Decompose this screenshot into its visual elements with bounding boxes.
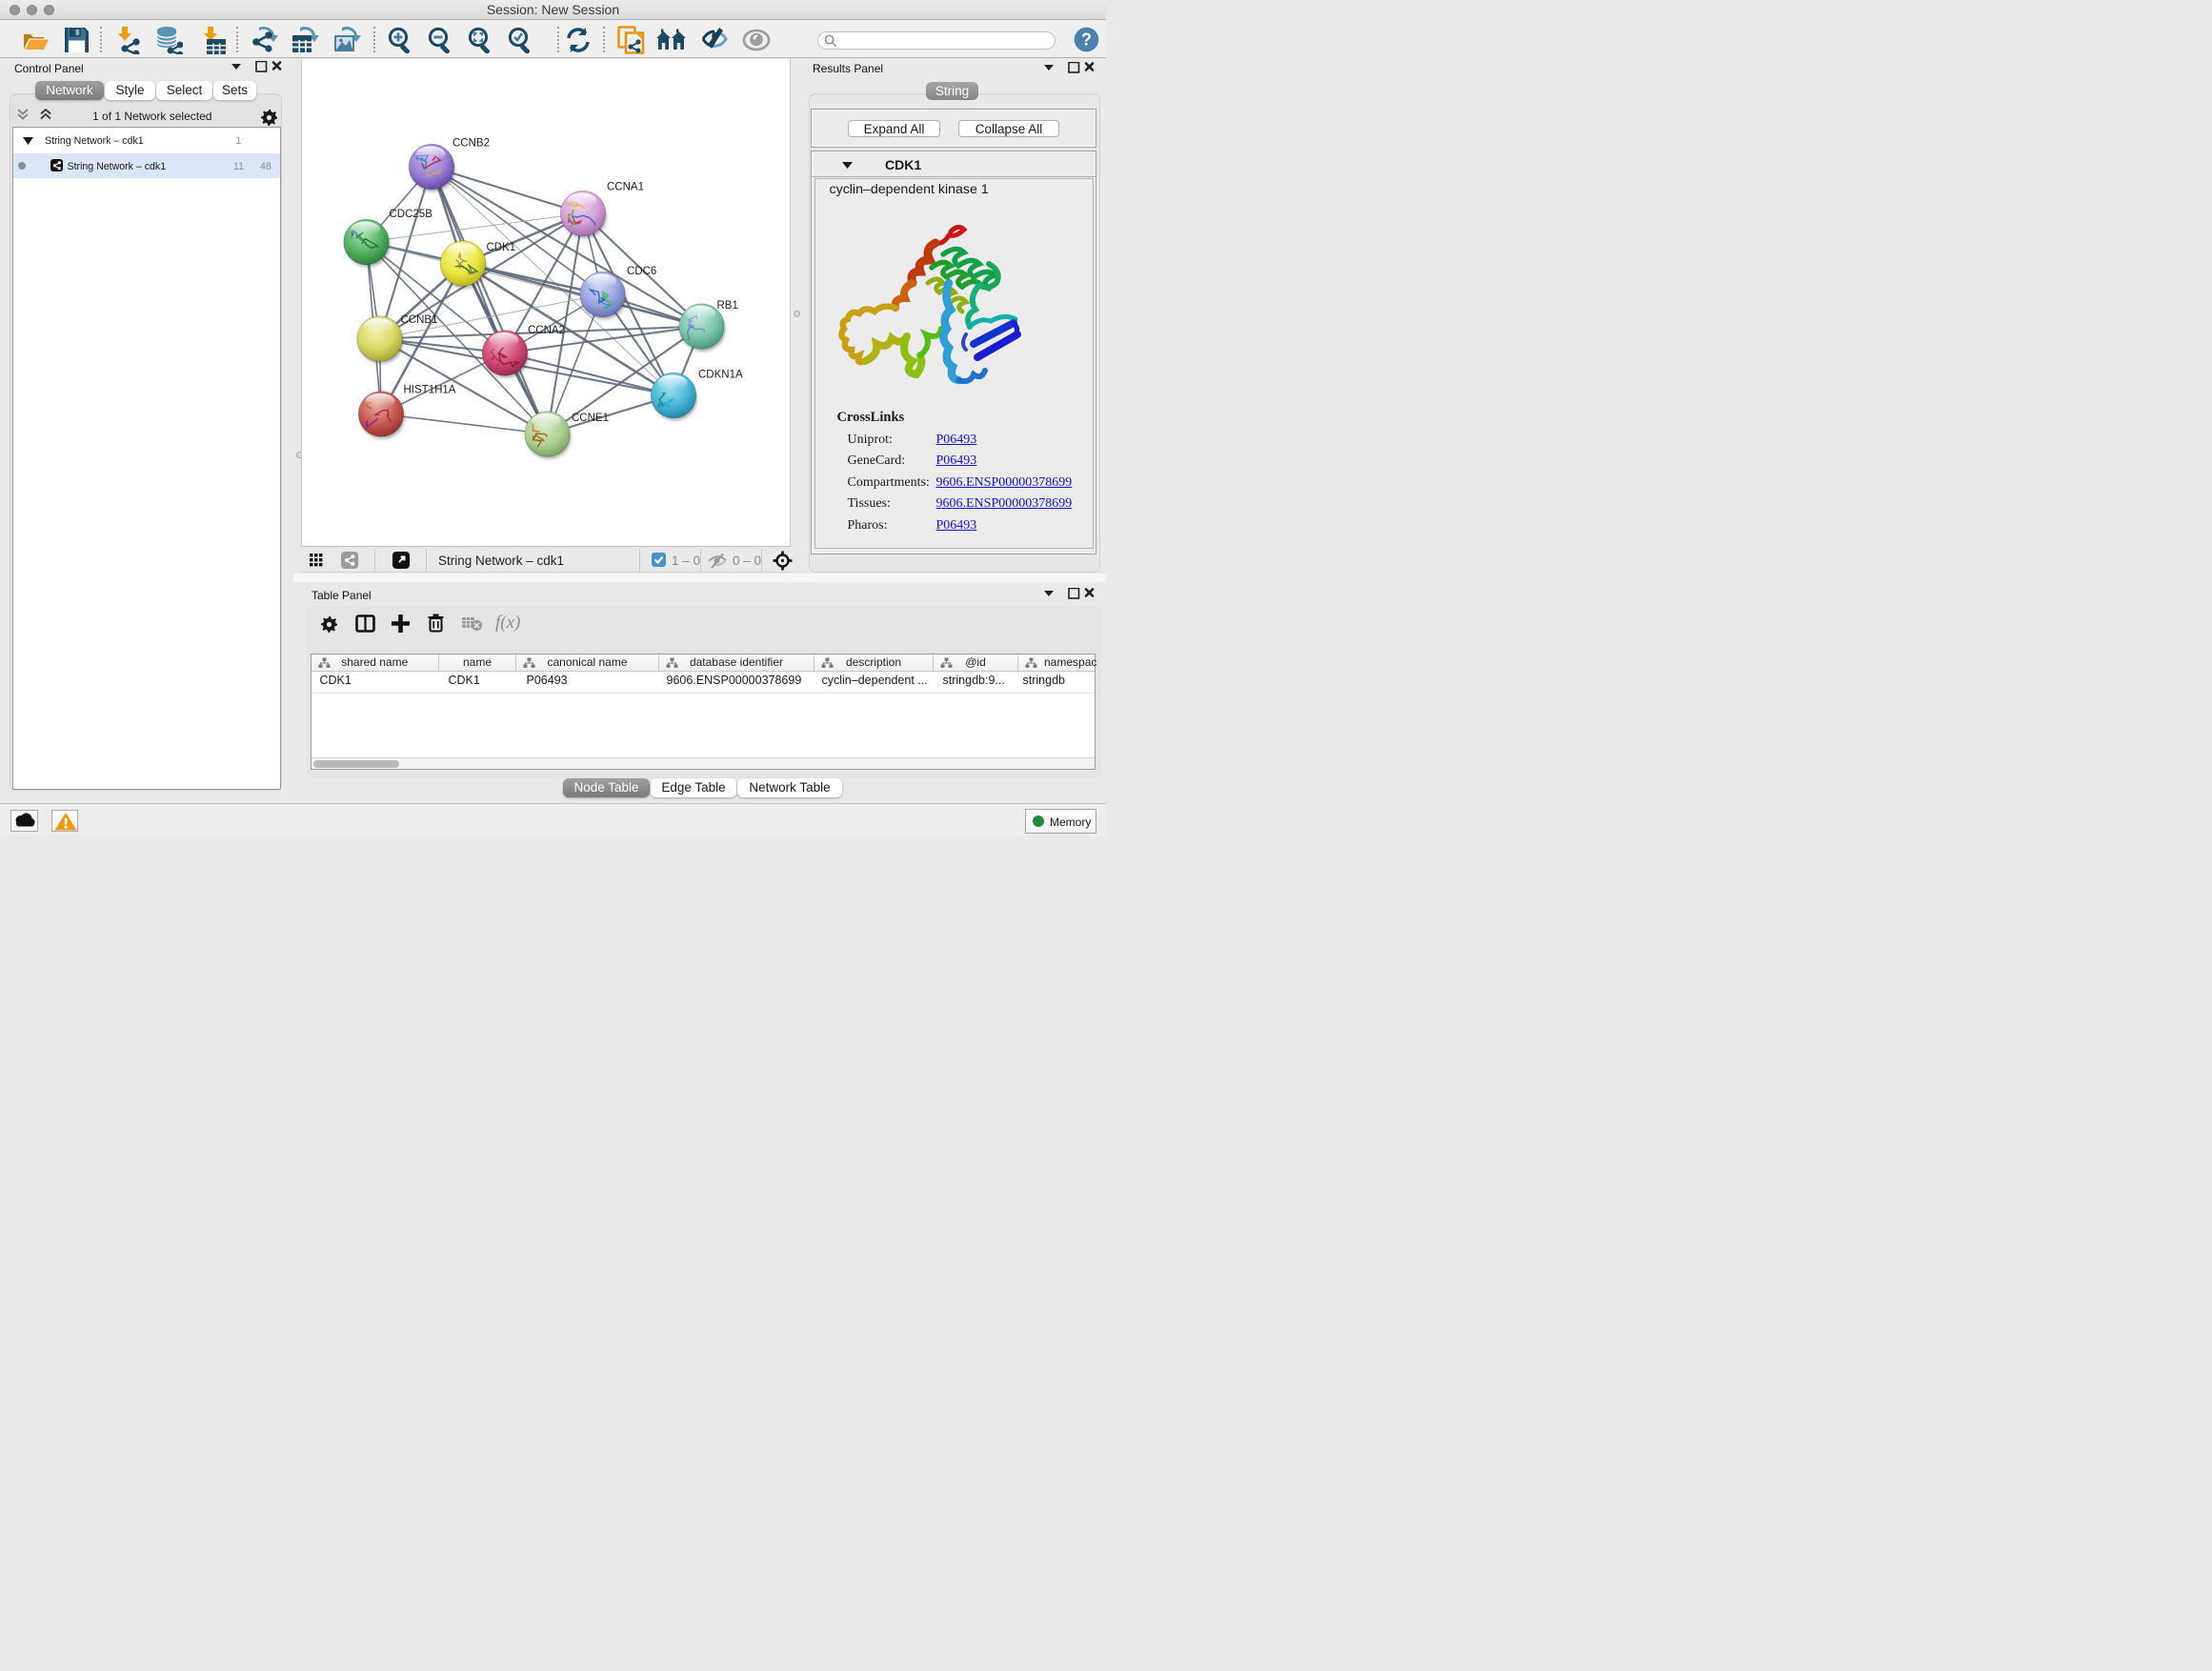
svg-text:CCNB2: CCNB2 [452, 138, 490, 150]
svg-text:CDKN1A: CDKN1A [698, 370, 743, 381]
svg-text:CCNA1: CCNA1 [607, 182, 644, 193]
svg-text:CCNA2: CCNA2 [528, 325, 565, 336]
svg-text:?: ? [1081, 30, 1092, 50]
svg-text:HIST1H1A: HIST1H1A [404, 385, 456, 396]
svg-text:RB1: RB1 [717, 300, 738, 312]
svg-text:CDC25B: CDC25B [390, 209, 433, 220]
svg-text:CDC6: CDC6 [627, 266, 656, 277]
svg-text:CDK1: CDK1 [487, 242, 516, 253]
svg-text:CCNB1: CCNB1 [401, 314, 438, 326]
svg-text:CCNE1: CCNE1 [572, 413, 609, 424]
